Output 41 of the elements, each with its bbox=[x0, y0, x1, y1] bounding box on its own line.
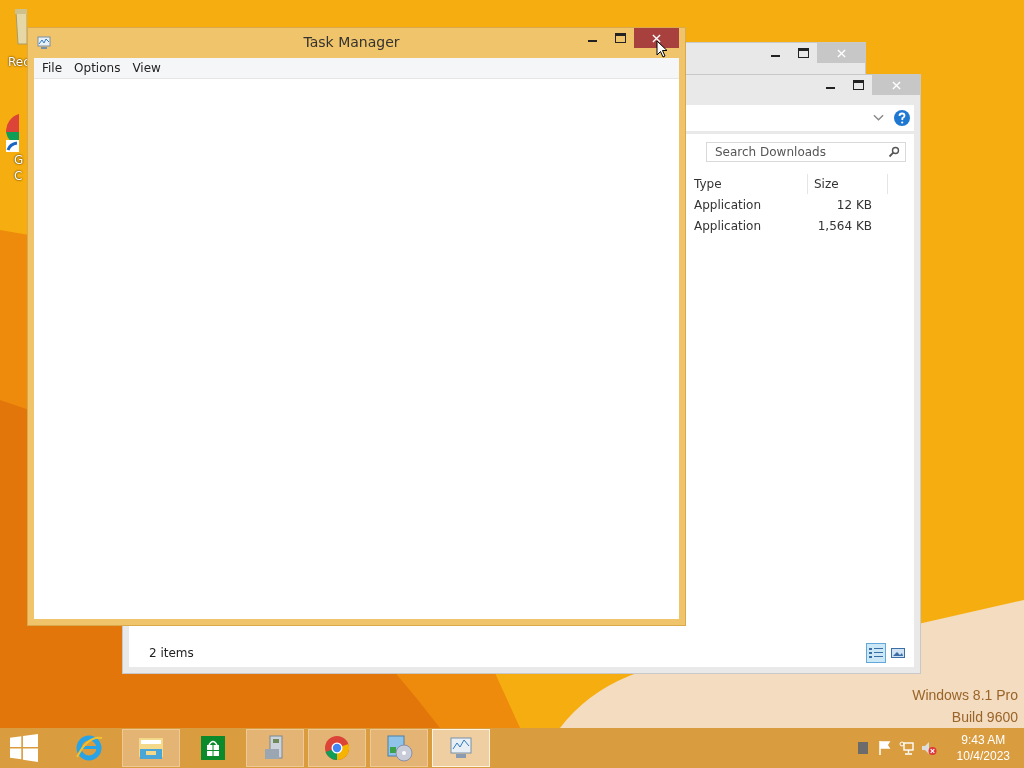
window-title: Task Manager bbox=[302, 34, 401, 50]
network-icon[interactable] bbox=[898, 740, 915, 756]
close-icon bbox=[652, 33, 661, 43]
file-size-cell-text: 1,564 KB bbox=[816, 219, 873, 233]
taskmgr-taskbar-button[interactable] bbox=[432, 729, 490, 767]
list-icon bbox=[869, 647, 883, 659]
explorer-taskbar-button[interactable] bbox=[122, 729, 180, 767]
task-manager-icon bbox=[36, 35, 52, 51]
menu-item[interactable]: File bbox=[36, 61, 69, 75]
close-icon bbox=[891, 80, 901, 90]
disc-taskbar-button[interactable] bbox=[370, 729, 428, 767]
menu-item[interactable]: View bbox=[126, 61, 167, 75]
muted-speaker-icon[interactable] bbox=[920, 740, 937, 756]
search-icon[interactable] bbox=[888, 146, 900, 158]
details-view-button[interactable] bbox=[866, 643, 886, 663]
item-count: 2 items bbox=[149, 646, 194, 660]
recycle-bin-icon[interactable] bbox=[14, 6, 27, 46]
chrome-taskbar-button[interactable] bbox=[308, 729, 366, 767]
file-type-cell-text: Application bbox=[694, 198, 763, 212]
menu-item[interactable]: Options bbox=[68, 61, 127, 75]
search-field[interactable]: Search Downloads bbox=[706, 142, 906, 162]
shopping-bag-icon bbox=[198, 733, 228, 763]
column-header[interactable]: Size bbox=[808, 174, 888, 194]
desktop-icon-label: G bbox=[14, 152, 24, 168]
e-logo-icon bbox=[74, 733, 104, 763]
watermark-text: Windows 8.1 Pro bbox=[912, 686, 1018, 705]
disc-icon bbox=[384, 733, 414, 763]
close-icon bbox=[836, 48, 846, 58]
image-icon bbox=[891, 647, 905, 659]
chrome-shortcut-icon[interactable] bbox=[6, 112, 19, 152]
close-button[interactable] bbox=[634, 28, 679, 48]
help-icon[interactable] bbox=[894, 110, 910, 126]
flag-icon[interactable] bbox=[876, 740, 893, 756]
watermark-text: Build 9600 bbox=[951, 708, 1018, 727]
expand-ribbon-icon[interactable] bbox=[873, 114, 884, 122]
column-header[interactable]: Type bbox=[694, 174, 808, 194]
file-size-cell-text: 12 KB bbox=[835, 198, 873, 212]
start-button[interactable] bbox=[10, 734, 38, 762]
chrome-logo-icon bbox=[322, 733, 352, 763]
desktop-icon-label: C bbox=[14, 168, 23, 184]
file-type-cell-text: Application bbox=[694, 219, 763, 233]
